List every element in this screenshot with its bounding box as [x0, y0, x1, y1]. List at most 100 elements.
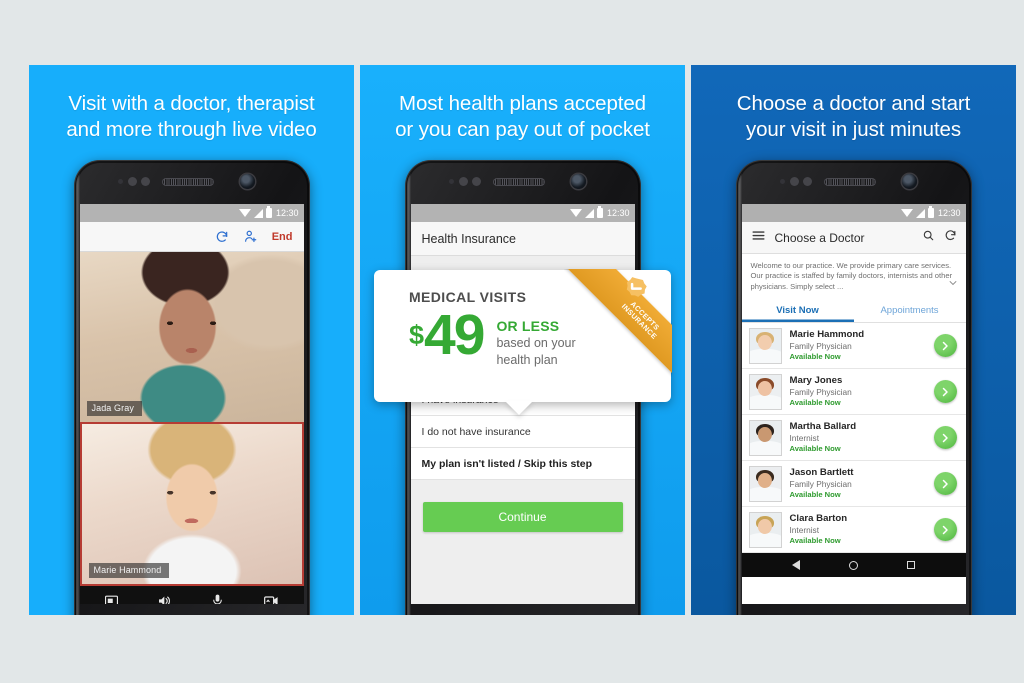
avatar [748, 327, 782, 364]
rotate-icon[interactable] [215, 230, 229, 244]
avatar [748, 511, 782, 548]
chevron-right-icon[interactable] [933, 380, 957, 404]
chevron-right-icon[interactable] [933, 426, 957, 450]
chevron-right-icon[interactable] [933, 334, 957, 358]
avatar [748, 465, 782, 502]
tab-appointments[interactable]: Appointments [854, 298, 966, 322]
welcome-text: Welcome to our practice. We provide prim… [750, 261, 953, 291]
choose-doctor-app-bar: Choose a Doctor [741, 222, 966, 254]
headline-line-2: and more through live video [66, 118, 317, 141]
battery-icon [265, 206, 272, 218]
light-sensor-icon [802, 177, 812, 186]
avatar [748, 419, 782, 456]
status-badge: Available Now [789, 444, 841, 454]
participant-name-label: Marie Hammond [88, 563, 170, 578]
phone-top-bezel [80, 160, 304, 204]
price-callout-card: MEDICAL VISITS $ 49 OR LESS based on you… [374, 269, 672, 402]
status-bar-clock: 12:30 [275, 208, 299, 218]
chevron-right-icon[interactable] [933, 472, 957, 496]
front-camera-icon [570, 174, 586, 189]
list-item[interactable]: I do not have insurance [410, 416, 635, 448]
status-badge: Available Now [789, 490, 841, 500]
signal-icon [253, 208, 263, 218]
home-icon[interactable] [849, 560, 858, 570]
table-row[interactable]: Martha Ballard Internist Available Now [741, 415, 966, 462]
earpiece-speaker-icon [492, 178, 545, 186]
headline-line-1: Most health plans accepted [399, 92, 646, 115]
price-card-content: MEDICAL VISITS $ 49 OR LESS based on you… [374, 270, 671, 368]
doctor-specialty: Family Physician [789, 341, 852, 352]
phone-mockup-3: 12:30 Choose a Doctor Welcome to our pra… [735, 160, 972, 615]
back-icon[interactable] [792, 560, 800, 571]
sensor-icon [779, 179, 785, 184]
sensor-icon [117, 179, 123, 184]
refresh-icon[interactable] [944, 229, 957, 247]
phone-bottom-bezel [80, 604, 304, 615]
switch-camera-icon[interactable] [263, 593, 279, 604]
list-item[interactable]: My plan isn't listed / Skip this step [410, 448, 635, 480]
doctor-name: Mary Jones [789, 375, 843, 387]
earpiece-speaker-icon [161, 178, 214, 186]
chevron-down-icon[interactable] [948, 278, 958, 291]
picture-in-picture-icon[interactable] [104, 593, 119, 604]
signal-icon [915, 208, 925, 218]
or-less-label: OR LESS [496, 318, 560, 334]
signal-icon [584, 208, 594, 218]
avatar [748, 373, 782, 410]
doctor-name: Clara Barton [789, 513, 848, 525]
remote-video-feed: Jada Gray [79, 252, 304, 422]
battery-icon [927, 206, 934, 218]
table-row[interactable]: Marie Hammond Family Physician Available… [741, 323, 966, 370]
earpiece-speaker-icon [823, 178, 876, 186]
video-visit-toolbar: End [79, 222, 304, 252]
proximity-sensor-icon [127, 177, 137, 186]
android-status-bar: 12:30 [741, 204, 966, 222]
wifi-icon [569, 209, 582, 217]
screenshot-stage: Visit with a doctor, therapist and more … [0, 0, 1024, 683]
table-row[interactable]: Clara Barton Internist Available Now [741, 507, 966, 554]
status-bar-clock: 12:30 [606, 208, 630, 218]
page-title: Choose a Doctor [774, 230, 865, 245]
tab-visit-now[interactable]: Visit Now [742, 298, 854, 322]
price-amount: 49 [424, 303, 485, 367]
doctor-info: Mary Jones Family Physician Available No… [790, 375, 926, 408]
doctor-info: Martha Ballard Internist Available Now [790, 421, 926, 454]
speaker-icon[interactable] [157, 593, 173, 604]
status-badge: Available Now [789, 536, 841, 546]
microphone-icon[interactable] [210, 593, 225, 604]
sensor-icon [448, 179, 454, 184]
light-sensor-icon [140, 177, 150, 186]
search-icon[interactable] [922, 229, 935, 247]
recents-icon[interactable] [907, 561, 915, 570]
chevron-right-icon[interactable] [933, 518, 957, 542]
doctor-info: Marie Hammond Family Physician Available… [790, 329, 926, 362]
doctor-specialty: Family Physician [789, 387, 852, 398]
promo-panel-insurance: Most health plans accepted or you can pa… [360, 65, 685, 615]
welcome-message: Welcome to our practice. We provide prim… [741, 254, 966, 299]
panel-2-headline: Most health plans accepted or you can pa… [360, 91, 685, 143]
status-badge: Available Now [789, 352, 841, 362]
doctor-specialty: Family Physician [789, 479, 852, 490]
currency-symbol: $ [409, 320, 425, 350]
local-video-feed: Marie Hammond [79, 422, 304, 586]
status-badge: Available Now [789, 398, 841, 408]
table-row[interactable]: Mary Jones Family Physician Available No… [741, 369, 966, 416]
table-row[interactable]: Jason Bartlett Family Physician Availabl… [741, 461, 966, 508]
add-person-icon[interactable] [243, 229, 258, 244]
front-camera-icon [901, 174, 917, 189]
insurance-app-bar: Health Insurance [410, 222, 635, 256]
status-bar-clock: 12:30 [937, 208, 961, 218]
hamburger-menu-icon[interactable] [751, 228, 766, 248]
continue-button[interactable]: Continue [422, 502, 623, 532]
doctor-info: Clara Barton Internist Available Now [790, 513, 926, 546]
android-navigation-bar [741, 553, 966, 578]
doctor-name: Jason Bartlett [789, 467, 854, 479]
doctor-name: Marie Hammond [789, 329, 865, 341]
participant-video-jada [79, 252, 304, 422]
phone-bottom-bezel [411, 604, 635, 615]
wifi-icon [238, 209, 251, 217]
price-sub-line-1: based on your [496, 336, 576, 350]
end-call-button[interactable]: End [272, 231, 293, 243]
proximity-sensor-icon [458, 177, 468, 186]
android-status-bar: 12:30 [79, 204, 304, 222]
